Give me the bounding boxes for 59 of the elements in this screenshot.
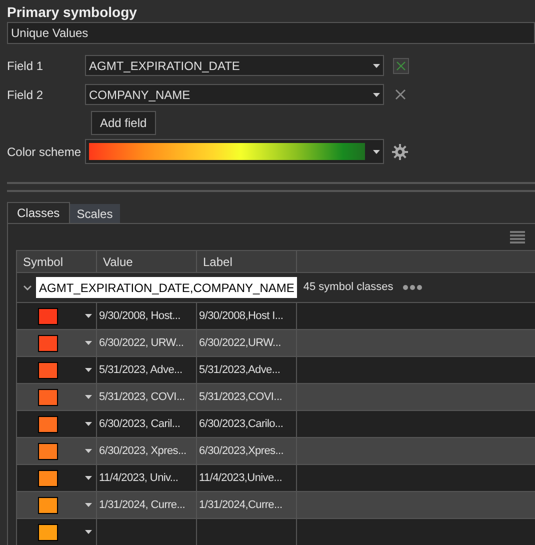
tab[interactable]: Classes — [7, 202, 70, 223]
table-cell-text: 11/4/2023,Unive... — [199, 470, 282, 486]
table-cell-text: 1/31/2024, Curre... — [99, 498, 186, 513]
caret-icon[interactable] — [85, 395, 92, 399]
field-dropdown[interactable]: COMPANY_NAME — [85, 84, 384, 105]
symbol-swatch[interactable] — [38, 524, 58, 540]
table-cell-text: 9/30/2008, Host... — [99, 308, 180, 324]
class-count: 45 symbol classes — [303, 280, 394, 296]
table-cell-text: 6/30/2023,Xpres... — [199, 444, 284, 459]
symbol-swatch[interactable] — [38, 470, 58, 486]
tab[interactable]: Scales — [70, 204, 120, 223]
caret-icon[interactable] — [85, 368, 92, 372]
caret-icon[interactable] — [85, 503, 92, 507]
field-dropdown[interactable]: AGMT_EXPIRATION_DATE — [85, 55, 384, 76]
field-label: Field 1 — [6, 58, 44, 74]
caret-icon[interactable] — [85, 422, 92, 426]
caret-icon[interactable] — [85, 530, 92, 534]
table-cell-text: 6/30/2022,URW... — [199, 336, 281, 351]
table-cell-text: 5/31/2023, Adve... — [99, 362, 182, 378]
caret-icon — [373, 64, 380, 68]
symbol-swatch[interactable] — [38, 308, 58, 324]
field-label: Color scheme — [6, 144, 82, 160]
panel-title: Primary symbology — [6, 3, 138, 22]
more-icon[interactable] — [403, 285, 422, 290]
column-header[interactable]: Label — [197, 251, 297, 272]
table-cell-text: 11/4/2023, Univ... — [99, 470, 178, 486]
caret-icon[interactable] — [85, 341, 92, 345]
caret-icon[interactable] — [85, 314, 92, 318]
table-cell-text: 6/30/2023, Xpres... — [99, 444, 186, 459]
table-cell-text: 5/31/2023,Adve... — [199, 362, 280, 378]
symbol-swatch[interactable] — [38, 496, 58, 514]
collapse-chevron-icon[interactable] — [23, 284, 32, 290]
table-cell-text: 5/31/2023, COVI... — [99, 390, 185, 405]
table-cell-text: 6/30/2022, URW... — [99, 336, 184, 351]
symbol-swatch[interactable] — [38, 416, 58, 432]
table-cell-text: 5/31/2023,COVI... — [199, 390, 282, 405]
gear-icon[interactable] — [392, 144, 408, 160]
table-cell-text: 6/30/2023,Carilo... — [199, 416, 284, 432]
table-cell-text: 1/31/2024,Curre... — [199, 498, 282, 513]
symbol-swatch[interactable] — [38, 388, 58, 406]
group-heading-field[interactable]: AGMT_EXPIRATION_DATE,COMPANY_NAME — [36, 277, 298, 298]
table-cell-text: 9/30/2008,Host I... — [199, 308, 284, 324]
caret-icon[interactable] — [85, 449, 92, 453]
close-icon[interactable] — [395, 89, 406, 100]
add-field-button[interactable]: Add field — [91, 111, 156, 135]
method-dropdown[interactable]: Unique Values — [7, 22, 535, 44]
symbol-swatch[interactable] — [38, 442, 58, 460]
symbol-swatch[interactable] — [38, 362, 58, 378]
expression-icon[interactable] — [393, 58, 409, 74]
caret-icon[interactable] — [85, 476, 92, 480]
column-header[interactable]: Symbol — [17, 251, 97, 272]
field-label: Field 2 — [6, 86, 44, 104]
column-header[interactable]: Value — [97, 251, 197, 272]
list-view-icon[interactable] — [510, 230, 525, 244]
caret-icon — [373, 150, 380, 154]
table-cell-text: 6/30/2023, Caril... — [99, 416, 180, 432]
color-scheme-dropdown[interactable] — [85, 139, 384, 164]
caret-icon — [373, 92, 380, 96]
symbol-swatch[interactable] — [38, 334, 58, 352]
